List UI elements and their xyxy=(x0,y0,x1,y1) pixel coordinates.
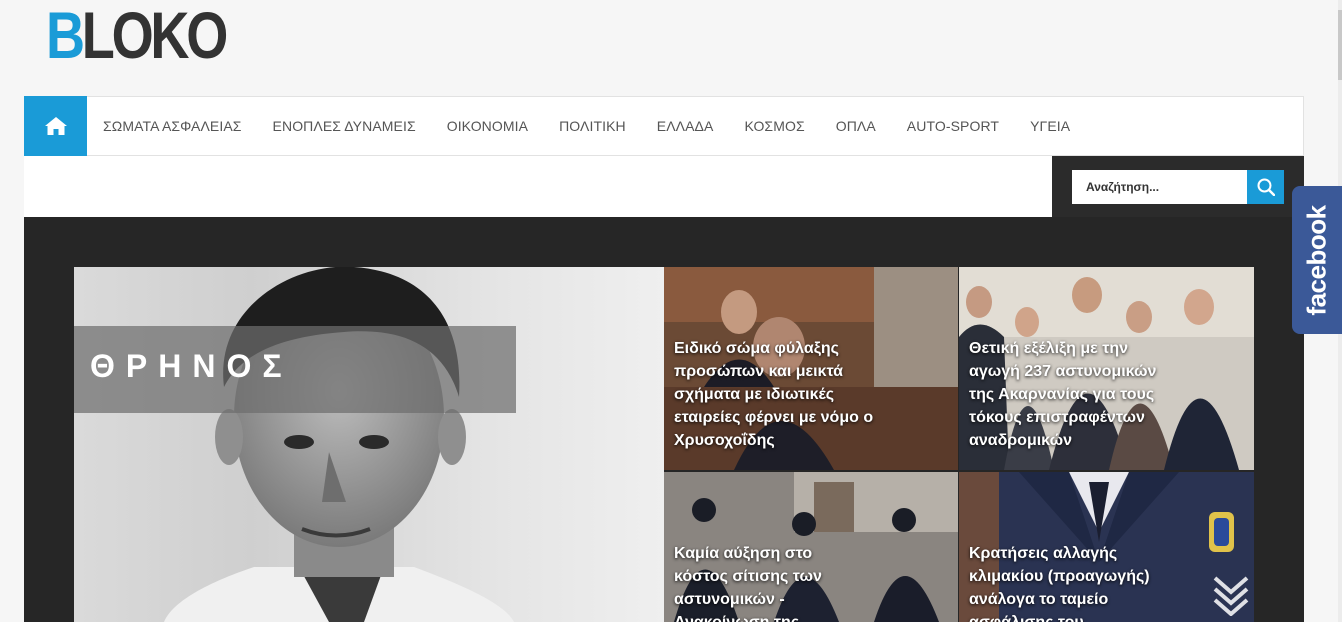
search-input[interactable] xyxy=(1072,170,1247,204)
nav-item-world[interactable]: ΚΟΣΜΟΣ xyxy=(744,118,804,134)
nav-item-economy[interactable]: ΟΙΚΟΝΟΜΙΑ xyxy=(447,118,528,134)
nav-item-auto-sport[interactable]: AUTO-SPORT xyxy=(907,118,999,134)
news-card[interactable]: Θετική εξέλιξη με την αγωγή 237 αστυνομι… xyxy=(959,267,1254,470)
nav-item-armed-forces[interactable]: ΕΝΟΠΛΕΣ ΔΥΝΑΜΕΙΣ xyxy=(273,118,416,134)
scroll-down-chevron-icon[interactable] xyxy=(1212,574,1250,616)
news-card-title[interactable]: Κρατήσεις αλλαγής κλιμακίου (προαγωγής) … xyxy=(969,542,1179,622)
hero-feature[interactable] xyxy=(74,267,664,622)
search-icon xyxy=(1257,178,1275,196)
news-card-title[interactable]: Καμία αύξηση στο κόστος σίτισης των αστυ… xyxy=(674,542,864,622)
logo-rest: LOKO xyxy=(81,0,228,72)
news-card[interactable]: Καμία αύξηση στο κόστος σίτισης των αστυ… xyxy=(664,472,958,622)
search-button[interactable] xyxy=(1247,170,1284,204)
hero-category-label[interactable]: ΘΡΗΝΟΣ xyxy=(74,326,516,413)
news-card-title[interactable]: Ειδικό σώμα φύλαξης προσώπων και μεικτά … xyxy=(674,337,874,452)
nav-item-health[interactable]: ΥΓΕΙΑ xyxy=(1030,118,1070,134)
nav-item-weapons[interactable]: ΟΠΛΑ xyxy=(836,118,876,134)
facebook-label: facebook xyxy=(1301,204,1332,316)
nav-item-greece[interactable]: ΕΛΛΑΔΑ xyxy=(657,118,714,134)
hero-tag-text: ΘΡΗΝΟΣ xyxy=(90,348,293,384)
main-navigation: ΣΩΜΑΤΑ ΑΣΦΑΛΕΙΑΣ ΕΝΟΠΛΕΣ ΔΥΝΑΜΕΙΣ ΟΙΚΟΝΟ… xyxy=(24,95,1304,156)
news-card[interactable]: Ειδικό σώμα φύλαξης προσώπων και μεικτά … xyxy=(664,267,958,470)
news-card-title[interactable]: Θετική εξέλιξη με την αγωγή 237 αστυνομι… xyxy=(969,337,1179,452)
home-button[interactable] xyxy=(24,95,87,156)
search-area xyxy=(1052,156,1304,217)
news-card[interactable]: Κρατήσεις αλλαγής κλιμακίου (προαγωγής) … xyxy=(959,472,1254,622)
facebook-tab[interactable]: facebook xyxy=(1292,186,1342,334)
nav-item-security-forces[interactable]: ΣΩΜΑΤΑ ΑΣΦΑΛΕΙΑΣ xyxy=(103,118,242,134)
scrollbar-thumb[interactable] xyxy=(1338,10,1342,80)
home-icon xyxy=(44,116,67,135)
logo-first-letter: B xyxy=(46,0,85,72)
hero-portrait-image xyxy=(164,267,514,622)
nav-item-politics[interactable]: ΠΟΛΙΤΙΚΗ xyxy=(559,118,626,134)
site-logo[interactable]: BLOKO xyxy=(46,0,228,72)
